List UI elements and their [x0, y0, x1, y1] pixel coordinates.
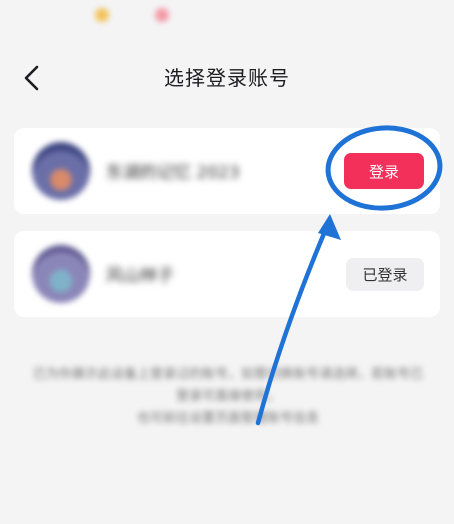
page-title: 选择登录账号: [164, 66, 290, 90]
account-card[interactable]: 风山林子 已登录: [14, 231, 440, 317]
status-bar: [95, 8, 169, 22]
account-name: 东湖的记忆 2023: [106, 163, 240, 183]
status-dot-pink-icon: [155, 8, 169, 22]
login-account-screen: 选择登录账号 东湖的记忆 2023 登录 风山林子 已登录 已为你展示此设备上登…: [0, 0, 454, 524]
avatar: [32, 142, 90, 200]
header: 选择登录账号: [0, 56, 454, 100]
notice-line: 已为你展示此设备上登录过的账号，如需切换账号请选择，若账号已登录可直接使用，: [32, 367, 423, 404]
logged-in-badge: 已登录: [346, 258, 424, 291]
notice-text: 已为你展示此设备上登录过的账号，如需切换账号请选择，若账号已登录可直接使用， 也…: [28, 364, 428, 430]
account-card[interactable]: 东湖的记忆 2023 登录: [14, 128, 440, 214]
notice-line: 也可前往设置页面管理账号信息: [136, 411, 319, 426]
account-name: 风山林子: [106, 266, 174, 286]
status-dot-yellow-icon: [95, 8, 109, 22]
login-button[interactable]: 登录: [344, 153, 424, 189]
avatar: [32, 245, 90, 303]
